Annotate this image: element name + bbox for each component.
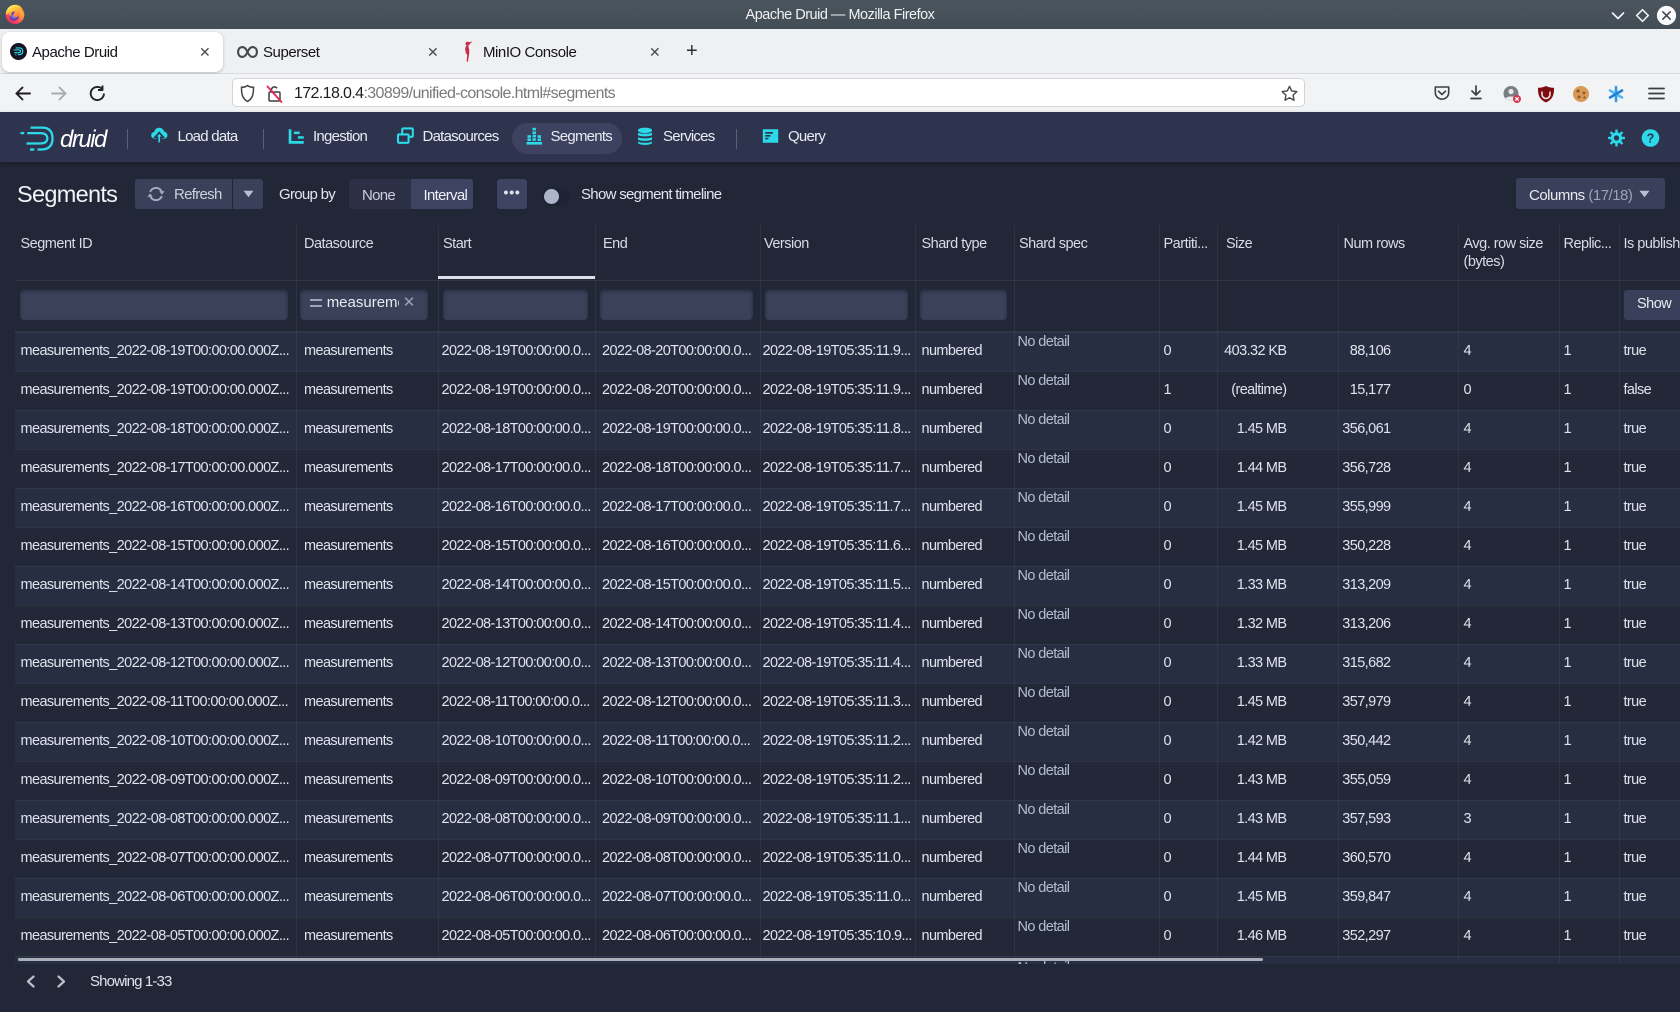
svg-text:?: ? xyxy=(1647,131,1655,145)
